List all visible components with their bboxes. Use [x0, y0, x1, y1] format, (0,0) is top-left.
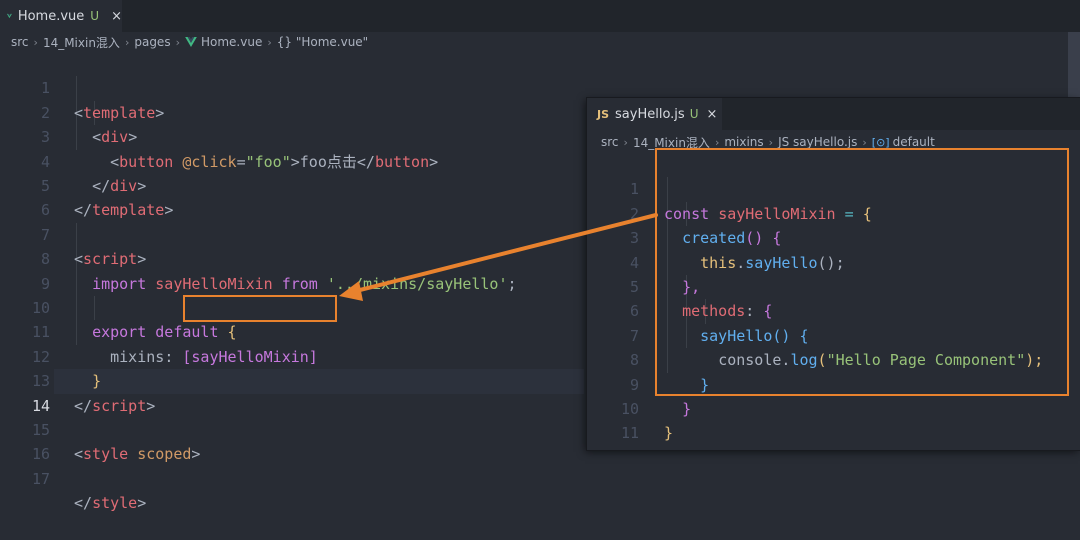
- chevron-right-icon: ›: [175, 35, 180, 49]
- code-line: 1 <template>: [0, 52, 1080, 121]
- close-icon[interactable]: ×: [111, 9, 122, 24]
- breadcrumb-item-src[interactable]: src: [601, 135, 619, 149]
- code-token: </: [74, 494, 93, 513]
- breadcrumb-item-symbol[interactable]: [⊙] default: [872, 135, 935, 149]
- code-line-active: 12 export default sayHelloMixin;: [587, 421, 1080, 450]
- line-number: 12: [587, 446, 639, 450]
- sayhello-editor-panel: JS sayHello.js U × src › 14_Mixin混入 › mi…: [587, 98, 1080, 450]
- panel-tab-bar: JS sayHello.js U ×: [587, 98, 1080, 130]
- breadcrumb-item-symbol[interactable]: {} "Home.vue": [277, 35, 368, 49]
- chevron-right-icon: ›: [623, 135, 628, 149]
- code-line: 11: [587, 397, 1080, 442]
- tab-home-vue[interactable]: Home.vue U ×: [0, 0, 122, 32]
- breadcrumb-item-src[interactable]: src: [11, 35, 29, 49]
- tab-sayhello-js[interactable]: JS sayHello.js U ×: [587, 98, 722, 130]
- git-status-badge: U: [90, 9, 100, 23]
- chevron-right-icon: ›: [33, 35, 38, 49]
- breadcrumb-item-file[interactable]: JS sayHello.js: [778, 135, 857, 149]
- breadcrumb-item-pages[interactable]: pages: [134, 35, 170, 49]
- main-tab-bar: Home.vue U ×: [0, 0, 1080, 32]
- vue-logo-icon: [185, 37, 197, 47]
- breadcrumb-item-file[interactable]: Home.vue: [185, 35, 262, 49]
- js-file-icon: JS: [597, 107, 610, 121]
- git-status-badge: U: [689, 107, 699, 121]
- tab-label: sayHello.js: [615, 106, 685, 122]
- close-icon[interactable]: ×: [706, 107, 717, 122]
- tab-label: Home.vue: [17, 8, 85, 24]
- mixin-definition-highlight-box: [655, 148, 1069, 396]
- chevron-right-icon: ›: [267, 35, 272, 49]
- chevron-right-icon: ›: [768, 135, 774, 149]
- breadcrumb: src › 14_Mixin混入 › pages › Home.vue › {}…: [0, 32, 1080, 52]
- code-token: style: [92, 494, 138, 513]
- code-editor-panel[interactable]: 1 const sayHelloMixin = { 2 created() { …: [587, 148, 1080, 450]
- breadcrumb-item-folder[interactable]: 14_Mixin混入: [43, 34, 120, 51]
- breadcrumb-symbol-label: default: [892, 135, 935, 149]
- breadcrumb-file-label: Home.vue: [200, 35, 263, 49]
- chevron-right-icon: ›: [862, 135, 867, 149]
- chevron-right-icon: ›: [714, 135, 720, 149]
- code-token: >: [137, 494, 147, 513]
- chevron-right-icon: ›: [124, 35, 130, 49]
- vue-logo-icon: [7, 13, 12, 19]
- breadcrumb-item-mixins[interactable]: mixins: [724, 135, 763, 149]
- mixins-highlight-box: [183, 295, 337, 322]
- line-number: 17: [31, 469, 50, 488]
